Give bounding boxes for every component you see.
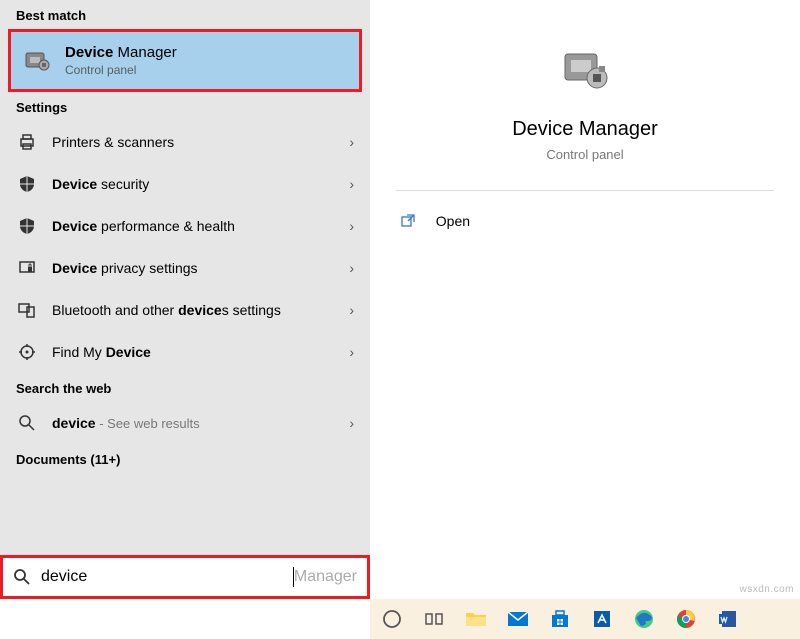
open-icon [400,213,420,229]
settings-item-device-performance[interactable]: Device performance & health › [0,205,370,247]
chevron-right-icon: › [349,134,354,150]
best-match-result[interactable]: Device Manager Control panel [8,29,362,92]
taskbar [370,599,800,639]
detail-panel: Device Manager Control panel Open [370,0,800,599]
privacy-icon [16,257,38,279]
settings-header: Settings [0,92,370,121]
settings-item-device-security[interactable]: Device security › [0,163,370,205]
detail-subtitle: Control panel [546,147,623,162]
shield-icon [16,215,38,237]
word-icon[interactable] [714,605,742,633]
device-manager-large-icon [555,40,615,100]
store-icon[interactable] [546,605,574,633]
best-match-title: Device Manager [65,44,177,61]
search-web-header: Search the web [0,373,370,402]
search-results-panel: Best match Device Manager Control panel … [0,0,370,599]
chevron-right-icon: › [349,415,354,431]
settings-item-bluetooth[interactable]: Bluetooth and other devices settings › [0,289,370,331]
best-match-header: Best match [0,0,370,29]
web-result-item[interactable]: device - See web results › [0,402,370,444]
open-action[interactable]: Open [396,203,774,239]
search-box[interactable]: device Manager [0,555,370,599]
settings-item-find-my-device[interactable]: Find My Device › [0,331,370,373]
settings-item-device-privacy[interactable]: Device privacy settings › [0,247,370,289]
chrome-icon[interactable] [672,605,700,633]
chevron-right-icon: › [349,260,354,276]
watermark: wsxdn.com [739,584,794,595]
device-manager-icon [21,45,53,77]
search-icon [16,412,38,434]
open-label: Open [436,213,470,229]
chevron-right-icon: › [349,218,354,234]
devices-icon [16,299,38,321]
chevron-right-icon: › [349,344,354,360]
search-input-typed[interactable]: device [41,568,293,586]
separator [396,190,774,191]
documents-header: Documents (11+) [0,444,370,473]
detail-title: Device Manager [512,118,658,141]
edge-icon[interactable] [630,605,658,633]
file-explorer-icon[interactable] [462,605,490,633]
task-view-icon[interactable] [420,605,448,633]
search-input-suggestion: Manager [294,568,357,586]
printer-icon [16,131,38,153]
chevron-right-icon: › [349,302,354,318]
best-match-subtitle: Control panel [65,63,177,77]
find-icon [16,341,38,363]
app-icon[interactable] [588,605,616,633]
cortana-icon[interactable] [378,605,406,633]
mail-icon[interactable] [504,605,532,633]
search-icon [13,568,31,586]
settings-item-printers[interactable]: Printers & scanners › [0,121,370,163]
chevron-right-icon: › [349,176,354,192]
shield-icon [16,173,38,195]
